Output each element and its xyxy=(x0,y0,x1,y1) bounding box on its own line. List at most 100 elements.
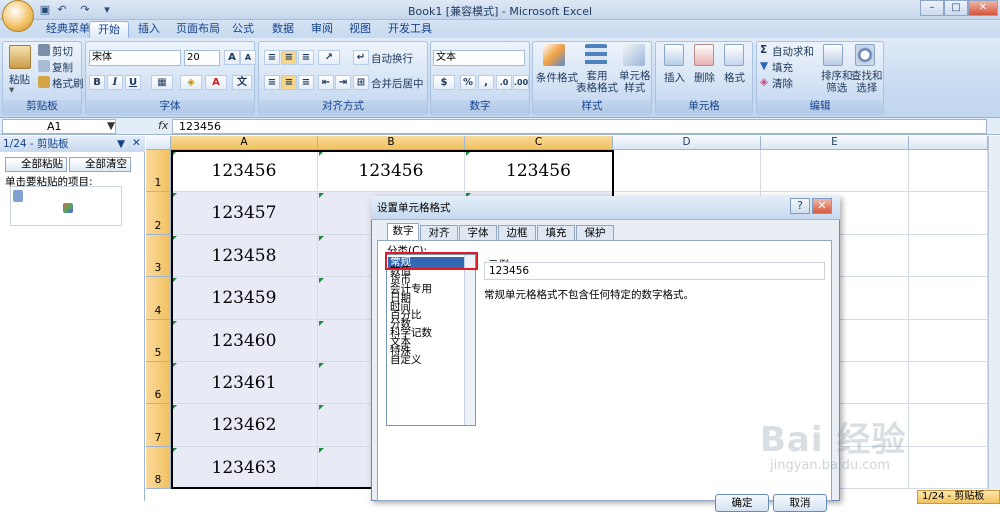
sort-filter-button[interactable]: 排序和 筛选 xyxy=(821,70,853,94)
dialog-tab-border[interactable]: 边框 xyxy=(498,225,536,240)
column-header-c[interactable]: C xyxy=(465,136,613,150)
row-header-2[interactable]: 2 xyxy=(146,192,171,235)
tab-formulas[interactable]: 公式 xyxy=(224,21,262,38)
increase-decimal-icon[interactable]: .0 xyxy=(496,75,512,90)
name-box[interactable]: A1 xyxy=(2,119,116,134)
category-item[interactable]: 自定义 xyxy=(390,355,422,366)
cell-a8[interactable]: 123463 xyxy=(171,446,318,490)
decrease-indent-icon[interactable]: ⇤ xyxy=(318,75,334,90)
cell-f3[interactable] xyxy=(909,234,988,278)
formula-input[interactable]: 123456 xyxy=(172,119,987,134)
cell-f2[interactable] xyxy=(909,192,988,235)
merge-center-button[interactable]: 合并后居中 xyxy=(371,76,424,91)
cell-c1[interactable]: 123456 xyxy=(465,150,613,193)
tab-view[interactable]: 视图 xyxy=(341,21,379,38)
cell-a3[interactable]: 123458 xyxy=(171,234,318,278)
ok-button[interactable]: 确定 xyxy=(715,494,769,512)
cell-styles-button[interactable]: 单元格 样式 xyxy=(619,70,651,94)
dialog-tab-fill[interactable]: 填充 xyxy=(537,225,575,240)
tab-insert[interactable]: 插入 xyxy=(130,21,168,38)
tab-home[interactable]: 开始 xyxy=(89,21,129,38)
row-header-3[interactable]: 3 xyxy=(146,234,171,278)
insert-function-icon[interactable]: fx xyxy=(158,119,168,132)
font-name-select[interactable]: 宋体 xyxy=(89,50,181,66)
dialog-help-button[interactable]: ? xyxy=(790,198,810,214)
cancel-button[interactable]: 取消 xyxy=(773,494,827,512)
row-header-1[interactable]: 1 xyxy=(146,150,171,193)
orientation-icon[interactable]: ↗ xyxy=(318,50,340,65)
row-header-8[interactable]: 8 xyxy=(146,446,171,490)
cell-f8[interactable] xyxy=(909,446,988,490)
column-header-d[interactable]: D xyxy=(613,136,761,150)
dialog-tab-alignment[interactable]: 对齐 xyxy=(420,225,458,240)
cell-f7[interactable] xyxy=(909,404,988,447)
clear-button[interactable]: 清除 xyxy=(772,76,793,91)
cut-button[interactable]: 剪切 xyxy=(52,44,73,59)
dialog-close-button[interactable]: ✕ xyxy=(812,198,832,214)
format-cells-button[interactable]: 格式 xyxy=(724,70,745,85)
cell-a7[interactable]: 123462 xyxy=(171,404,318,447)
minimize-button[interactable]: – xyxy=(920,0,944,16)
borders-icon[interactable]: ▦ xyxy=(151,75,173,90)
number-format-select[interactable]: 文本 xyxy=(433,50,525,66)
paste-all-button[interactable]: 全部粘贴 xyxy=(5,157,67,172)
tab-data[interactable]: 数据 xyxy=(264,21,302,38)
fill-color-icon[interactable]: ◈ xyxy=(180,75,202,90)
cell-a4[interactable]: 123459 xyxy=(171,277,318,320)
row-header-7[interactable]: 7 xyxy=(146,404,171,447)
cell-a1[interactable]: 123456 xyxy=(171,150,318,193)
font-color-icon[interactable]: A xyxy=(205,75,227,90)
tab-review[interactable]: 审阅 xyxy=(303,21,341,38)
underline-button[interactable]: U xyxy=(125,75,141,90)
row-header-6[interactable]: 6 xyxy=(146,362,171,405)
format-painter-button[interactable]: 格式刷 xyxy=(52,76,84,91)
select-all-corner[interactable] xyxy=(146,136,171,150)
cell-d1[interactable] xyxy=(613,150,761,193)
align-center-icon[interactable]: ≡ xyxy=(281,75,297,90)
paste-icon[interactable] xyxy=(9,45,31,69)
maximize-button[interactable]: □ xyxy=(944,0,968,16)
insert-cells-button[interactable]: 插入 xyxy=(664,70,685,85)
align-middle-icon[interactable]: ≡ xyxy=(281,50,297,65)
row-header-5[interactable]: 5 xyxy=(146,319,171,362)
office-button[interactable] xyxy=(2,0,34,32)
category-scrollbar[interactable] xyxy=(464,255,475,425)
find-select-button[interactable]: 查找和 选择 xyxy=(851,70,883,94)
dialog-tab-protection[interactable]: 保护 xyxy=(576,225,614,240)
taskbar-clipboard-button[interactable]: 1/24 - 剪贴板 xyxy=(917,490,1000,504)
clipboard-item[interactable] xyxy=(10,186,122,226)
row-header-4[interactable]: 4 xyxy=(146,277,171,320)
close-button[interactable]: ✕ xyxy=(968,0,998,16)
cell-a2[interactable]: 123457 xyxy=(171,192,318,235)
column-header-f[interactable] xyxy=(909,136,988,150)
phonetic-icon[interactable]: 文 xyxy=(232,75,252,90)
align-top-icon[interactable]: ≡ xyxy=(264,50,280,65)
cell-b1[interactable]: 123456 xyxy=(318,150,465,193)
format-as-table-button[interactable]: 套用 表格格式 xyxy=(576,70,618,94)
percent-button[interactable]: % xyxy=(460,75,476,90)
cell-f1[interactable] xyxy=(909,150,988,193)
delete-cells-button[interactable]: 删除 xyxy=(694,70,715,85)
align-left-icon[interactable]: ≡ xyxy=(264,75,280,90)
italic-button[interactable]: I xyxy=(107,75,123,90)
cell-e1[interactable] xyxy=(761,150,909,193)
copy-button[interactable]: 复制 xyxy=(52,60,73,75)
comma-button[interactable]: , xyxy=(478,75,494,90)
cell-a6[interactable]: 123461 xyxy=(171,362,318,405)
clear-all-button[interactable]: 全部清空 xyxy=(69,157,131,172)
cell-f6[interactable] xyxy=(909,362,988,405)
tab-page-layout[interactable]: 页面布局 xyxy=(168,21,228,38)
autosum-button[interactable]: 自动求和 xyxy=(772,44,814,59)
wrap-text-button[interactable]: 自动换行 xyxy=(371,51,413,66)
dialog-tab-number[interactable]: 数字 xyxy=(387,223,419,241)
decrease-decimal-icon[interactable]: .00 xyxy=(513,75,529,90)
paste-dropdown-icon[interactable]: ▾ xyxy=(9,84,14,96)
name-box-dropdown-icon[interactable]: ▼ xyxy=(107,120,115,132)
bold-button[interactable]: B xyxy=(89,75,105,90)
fill-button[interactable]: 填充 xyxy=(772,60,793,75)
shrink-font-icon[interactable]: A xyxy=(240,50,256,65)
grow-font-icon[interactable]: A xyxy=(224,50,240,65)
tab-developer[interactable]: 开发工具 xyxy=(380,21,440,38)
accounting-format-icon[interactable]: $ xyxy=(433,75,455,90)
align-bottom-icon[interactable]: ≡ xyxy=(298,50,314,65)
